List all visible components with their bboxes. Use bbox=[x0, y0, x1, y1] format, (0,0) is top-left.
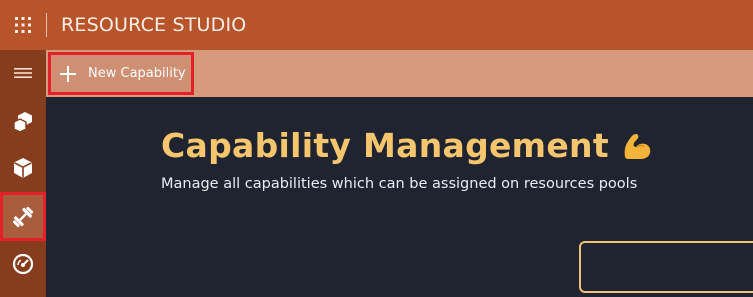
sidebar-item-capabilities[interactable] bbox=[0, 192, 46, 241]
page-title: Capability Management bbox=[161, 126, 609, 165]
header-divider bbox=[46, 13, 47, 37]
main-content: Capability Management Manage all capabil… bbox=[46, 97, 753, 297]
sidebar-item-resources[interactable] bbox=[0, 98, 46, 144]
sidebar-menu-toggle[interactable] bbox=[0, 50, 46, 96]
new-capability-button[interactable]: New Capability bbox=[48, 52, 194, 95]
app-launcher-button[interactable] bbox=[0, 0, 46, 50]
flexed-biceps-icon bbox=[621, 129, 655, 163]
sidebar-item-resource-pools[interactable] bbox=[0, 145, 46, 191]
search-input[interactable] bbox=[579, 241, 753, 293]
plus-icon bbox=[60, 65, 76, 82]
cubes-icon bbox=[13, 112, 32, 132]
app-header: RESOURCE STUDIO bbox=[0, 0, 753, 50]
waffle-grid-icon bbox=[15, 17, 31, 33]
app-title: RESOURCE STUDIO bbox=[61, 14, 247, 36]
dumbbell-icon bbox=[12, 206, 34, 227]
command-bar: New Capability bbox=[46, 50, 753, 97]
new-capability-label: New Capability bbox=[88, 66, 186, 81]
sidebar-item-dashboard[interactable] bbox=[0, 241, 46, 287]
page-heading: Capability Management bbox=[161, 126, 655, 165]
cube-icon bbox=[14, 158, 32, 178]
gauge-icon bbox=[12, 253, 34, 275]
sidebar bbox=[0, 50, 46, 297]
hamburger-menu-icon bbox=[14, 68, 32, 78]
page-subtitle: Manage all capabilities which can be ass… bbox=[161, 176, 638, 192]
